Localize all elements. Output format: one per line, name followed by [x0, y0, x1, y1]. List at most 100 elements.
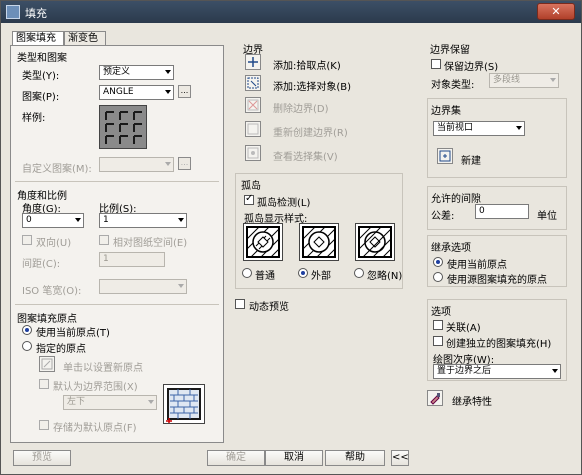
boundary-set-select[interactable]: 当前视口: [433, 121, 525, 136]
origin-position-select[interactable]: 左下: [63, 395, 157, 410]
dynamic-preview-label: 动态预览: [249, 302, 289, 313]
click-set-origin-button[interactable]: [39, 356, 55, 372]
island-outer-icon: [302, 226, 336, 258]
relative-paper-checkbox[interactable]: [99, 235, 109, 245]
retain-boundaries-checkbox[interactable]: [431, 59, 441, 69]
tolerance-unit: 单位: [537, 211, 557, 222]
hatch-dialog: 填充 ✕ 图案填充 渐变色 类型和图案 类型(Y): 预定义 图案(P): AN…: [0, 0, 582, 475]
view-selections-label: 查看选择集(V): [273, 152, 338, 163]
remove-boundaries-button[interactable]: [245, 97, 261, 113]
island-ignore-radio[interactable]: [354, 268, 364, 278]
options-heading: 选项: [431, 307, 451, 318]
inherit-current-origin-radio[interactable]: [433, 257, 443, 267]
angle-select[interactable]: 0: [22, 213, 84, 228]
use-current-origin-label: 使用当前原点(T): [36, 328, 110, 339]
island-ignore-label: 忽略(N): [367, 271, 403, 282]
view-selections-button[interactable]: [245, 145, 261, 161]
store-default-checkbox[interactable]: [39, 420, 49, 430]
island-normal-radio[interactable]: [242, 268, 252, 278]
remove-boundaries-label: 删除边界(D): [273, 104, 329, 115]
chevron-down-icon: [178, 218, 184, 222]
new-boundary-set-icon: [439, 150, 451, 162]
preview-button[interactable]: 预览: [13, 450, 71, 466]
tab-gradient[interactable]: 渐变色: [64, 31, 106, 46]
add-select-objects-button[interactable]: [245, 75, 261, 91]
default-extents-label: 默认为边界范围(X): [53, 382, 138, 393]
specified-origin-radio[interactable]: [22, 341, 32, 351]
chevron-down-icon: [75, 218, 81, 222]
chevron-down-icon: [165, 162, 171, 166]
island-ignore-preview[interactable]: [355, 223, 395, 261]
island-outer-label: 外部: [311, 271, 331, 282]
type-select[interactable]: 预定义: [99, 65, 174, 80]
cancel-button[interactable]: 取消: [265, 450, 323, 466]
recreate-boundary-button[interactable]: [245, 121, 261, 137]
island-outer-radio[interactable]: [298, 268, 308, 278]
island-normal-label: 普通: [255, 271, 275, 282]
iso-pen-label: ISO 笔宽(O):: [22, 286, 82, 297]
tolerance-input[interactable]: 0: [475, 204, 529, 219]
divider: [15, 181, 219, 182]
inherit-source-origin-label: 使用源图案填充的原点: [447, 275, 547, 286]
inherit-properties-button[interactable]: [427, 390, 443, 406]
object-type-select[interactable]: 多段线: [489, 73, 559, 88]
click-set-origin-label: 单击以设置新原点: [63, 363, 143, 374]
custom-browse-button[interactable]: ...: [178, 157, 191, 170]
new-boundary-set-label: 新建: [461, 156, 481, 167]
new-boundary-set-button[interactable]: [437, 148, 453, 164]
island-detection-checkbox[interactable]: [244, 193, 254, 205]
close-button[interactable]: ✕: [537, 3, 575, 20]
pick-origin-icon: [41, 358, 53, 370]
custom-pattern-select[interactable]: [99, 157, 174, 172]
pattern-sample-swatch[interactable]: [99, 105, 147, 149]
draw-order-select[interactable]: 置于边界之后: [433, 364, 561, 379]
brick-pattern-icon: [166, 388, 201, 424]
title-bar: 填充 ✕: [1, 1, 581, 23]
double-checkbox[interactable]: [22, 235, 32, 245]
boundary-set-value: 当前视口: [437, 123, 474, 133]
remove-boundary-icon: [247, 99, 259, 111]
inherit-options-heading: 继承选项: [431, 243, 471, 254]
island-ignore-icon: [358, 226, 392, 258]
recreate-boundary-label: 重新创建边界(R): [273, 128, 348, 139]
island-outer-preview[interactable]: [299, 223, 339, 261]
angle-pattern-icon: [100, 106, 146, 148]
inherit-source-origin-radio[interactable]: [433, 272, 443, 282]
origin-preview: [163, 384, 205, 424]
collapse-more-options-button[interactable]: <<: [391, 450, 409, 466]
retain-boundaries-label: 保留边界(S): [444, 62, 499, 73]
chevron-down-icon: [552, 369, 558, 373]
iso-pen-select[interactable]: [99, 279, 187, 294]
chevron-down-icon: [165, 70, 171, 74]
help-button[interactable]: 帮助: [325, 450, 385, 466]
view-selection-icon: [247, 147, 259, 159]
tolerance-label: 公差:: [431, 211, 455, 222]
app-icon: [6, 5, 20, 19]
store-default-label: 存储为默认原点(F): [53, 423, 137, 434]
separate-hatches-checkbox[interactable]: [433, 336, 443, 346]
recreate-boundary-icon: [247, 123, 259, 135]
relative-paper-label: 相对图纸空间(E): [113, 238, 188, 249]
island-normal-preview[interactable]: [243, 223, 283, 261]
pattern-browse-button[interactable]: ...: [178, 85, 191, 98]
sample-label: 样例:: [22, 113, 46, 124]
pattern-select-value: ANGLE: [103, 87, 134, 97]
chevron-down-icon: [165, 90, 171, 94]
ok-button[interactable]: 确定: [207, 450, 265, 466]
island-detection-label: 孤岛检测(L): [257, 198, 311, 209]
spacing-input[interactable]: 1: [99, 252, 165, 267]
separate-hatches-label: 创建独立的图案填充(H): [446, 339, 552, 350]
double-label: 双向(U): [36, 238, 72, 249]
scale-select[interactable]: 1: [99, 213, 187, 228]
associative-label: 关联(A): [446, 323, 481, 334]
divider: [15, 304, 219, 305]
type-label: 类型(Y):: [22, 71, 60, 82]
associative-checkbox[interactable]: [433, 320, 443, 330]
pattern-select[interactable]: ANGLE: [99, 85, 174, 100]
dynamic-preview-checkbox[interactable]: [235, 299, 245, 309]
default-extents-checkbox[interactable]: [39, 379, 49, 389]
add-pick-points-button[interactable]: [245, 54, 261, 70]
use-current-origin-radio[interactable]: [22, 325, 32, 335]
inherit-brush-icon: [430, 393, 440, 405]
gap-tolerance-heading: 允许的间隙: [431, 194, 481, 205]
